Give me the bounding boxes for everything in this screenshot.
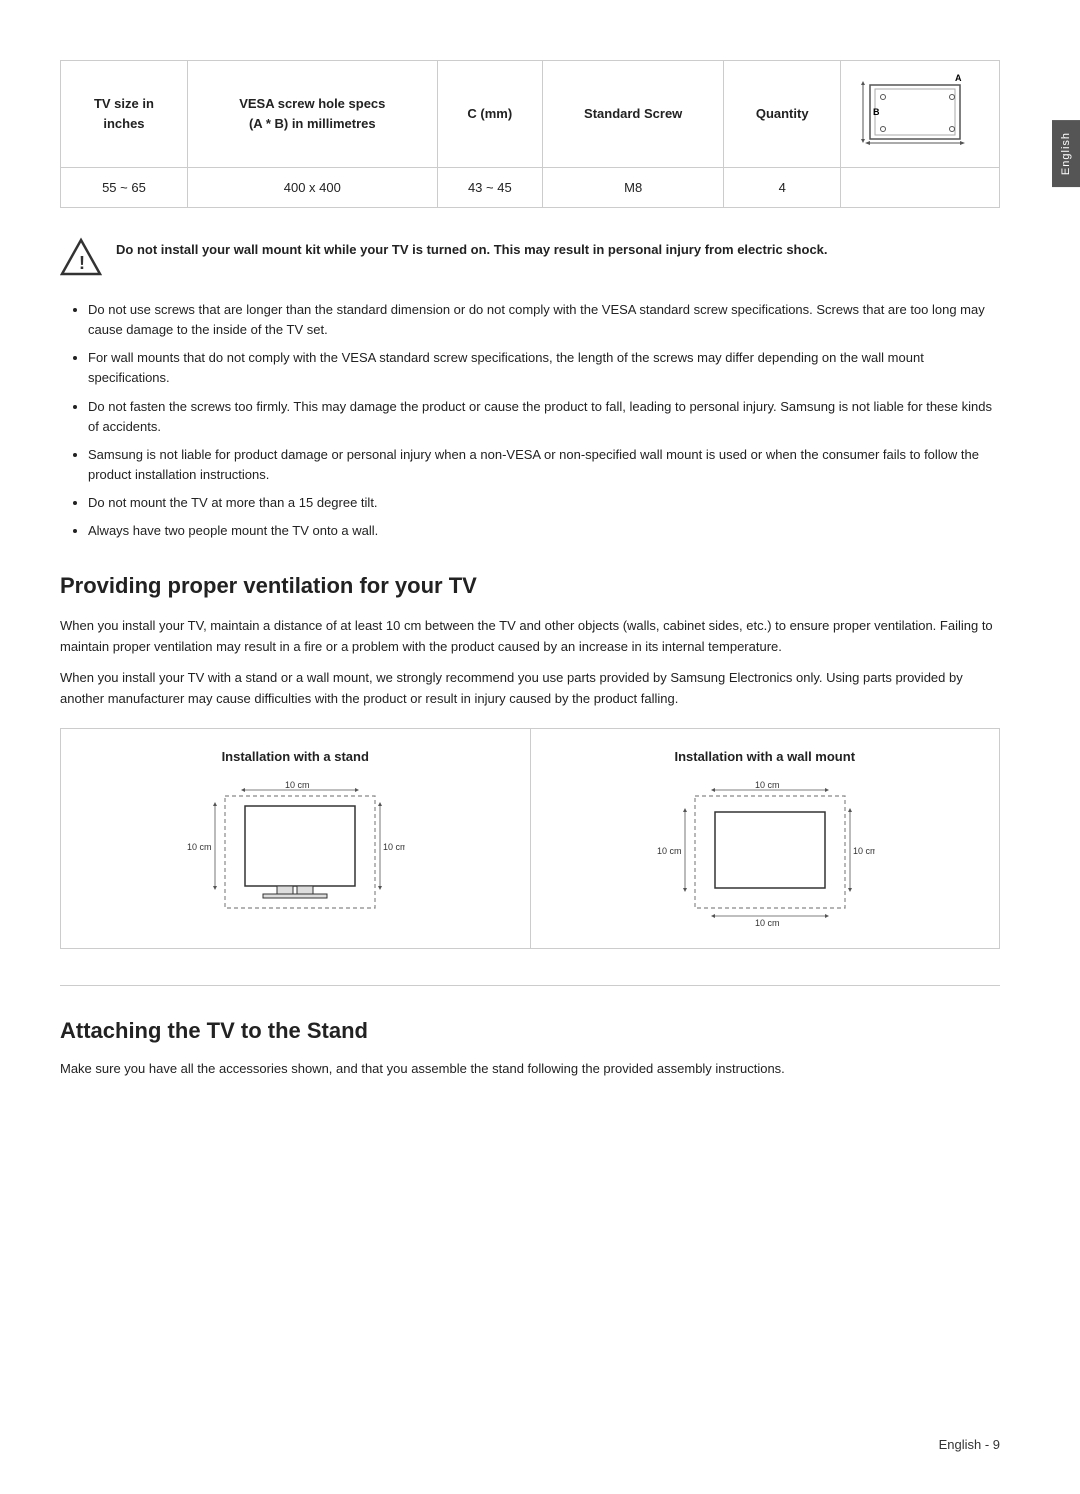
- list-item: Do not use screws that are longer than t…: [88, 300, 1000, 340]
- svg-text:10 cm: 10 cm: [383, 842, 405, 852]
- cell-quantity: 4: [724, 167, 841, 208]
- svg-text:B: B: [873, 107, 880, 117]
- col-header-vesa-spec: VESA screw hole specs(A * B) in millimet…: [187, 61, 437, 168]
- list-item: For wall mounts that do not comply with …: [88, 348, 1000, 388]
- stand-svg: 10 cm 10 cm 10 cm: [185, 778, 405, 928]
- vesa-table: TV size ininches VESA screw hole specs(A…: [60, 60, 1000, 208]
- list-item: Always have two people mount the TV onto…: [88, 521, 1000, 541]
- svg-text:10 cm: 10 cm: [853, 846, 875, 856]
- ventilation-para-1: When you install your TV, maintain a dis…: [60, 616, 1000, 658]
- tv-back-diagram: A B: [855, 71, 985, 151]
- page-footer: English - 9: [939, 1435, 1000, 1455]
- svg-text:!: !: [79, 253, 85, 273]
- col-header-standard-screw: Standard Screw: [542, 61, 723, 168]
- side-tab: English: [1052, 120, 1080, 187]
- wall-svg: 10 cm 10 cm 10 cm 10 cm: [655, 778, 875, 928]
- warning-box: ! Do not install your wall mount kit whi…: [60, 236, 1000, 278]
- attach-heading: Attaching the TV to the Stand: [60, 1014, 1000, 1047]
- vent-diagram-stand: Installation with a stand 10 cm: [61, 729, 531, 948]
- svg-text:10 cm: 10 cm: [755, 918, 780, 928]
- ventilation-diagrams: Installation with a stand 10 cm: [60, 728, 1000, 949]
- svg-text:10 cm: 10 cm: [755, 780, 780, 790]
- col-header-c-mm: C (mm): [437, 61, 542, 168]
- ventilation-para-2: When you install your TV with a stand or…: [60, 668, 1000, 710]
- svg-text:10 cm: 10 cm: [187, 842, 212, 852]
- cell-c-mm: 43 ~ 45: [437, 167, 542, 208]
- cell-vesa-spec: 400 x 400: [187, 167, 437, 208]
- cell-tv-size: 55 ~ 65: [61, 167, 188, 208]
- col-header-quantity: Quantity: [724, 61, 841, 168]
- footer-text: English - 9: [939, 1437, 1000, 1452]
- vent-diagram-wall-title: Installation with a wall mount: [551, 747, 980, 767]
- warning-icon: !: [60, 236, 102, 278]
- section-divider: [60, 985, 1000, 986]
- side-tab-label: English: [1060, 132, 1072, 175]
- cell-standard-screw: M8: [542, 167, 723, 208]
- svg-text:A: A: [955, 73, 962, 83]
- list-item: Do not fasten the screws too firmly. Thi…: [88, 397, 1000, 437]
- vent-diagram-stand-title: Installation with a stand: [81, 747, 510, 767]
- vent-diagram-wall: Installation with a wall mount 10 cm 10 …: [531, 729, 1000, 948]
- col-header-tv-size: TV size ininches: [61, 61, 188, 168]
- page-container: English TV size ininches VESA screw hole…: [0, 0, 1080, 1494]
- svg-text:10 cm: 10 cm: [657, 846, 682, 856]
- col-header-diagram: A B: [841, 61, 1000, 168]
- ventilation-heading: Providing proper ventilation for your TV: [60, 569, 1000, 602]
- warning-text: Do not install your wall mount kit while…: [116, 236, 828, 260]
- attach-body: Make sure you have all the accessories s…: [60, 1059, 1000, 1080]
- list-item: Samsung is not liable for product damage…: [88, 445, 1000, 485]
- table-row: 55 ~ 65 400 x 400 43 ~ 45 M8 4: [61, 167, 1000, 208]
- cell-diagram-empty: [841, 167, 1000, 208]
- svg-text:10 cm: 10 cm: [285, 780, 310, 790]
- bullet-list: Do not use screws that are longer than t…: [60, 300, 1000, 541]
- list-item: Do not mount the TV at more than a 15 de…: [88, 493, 1000, 513]
